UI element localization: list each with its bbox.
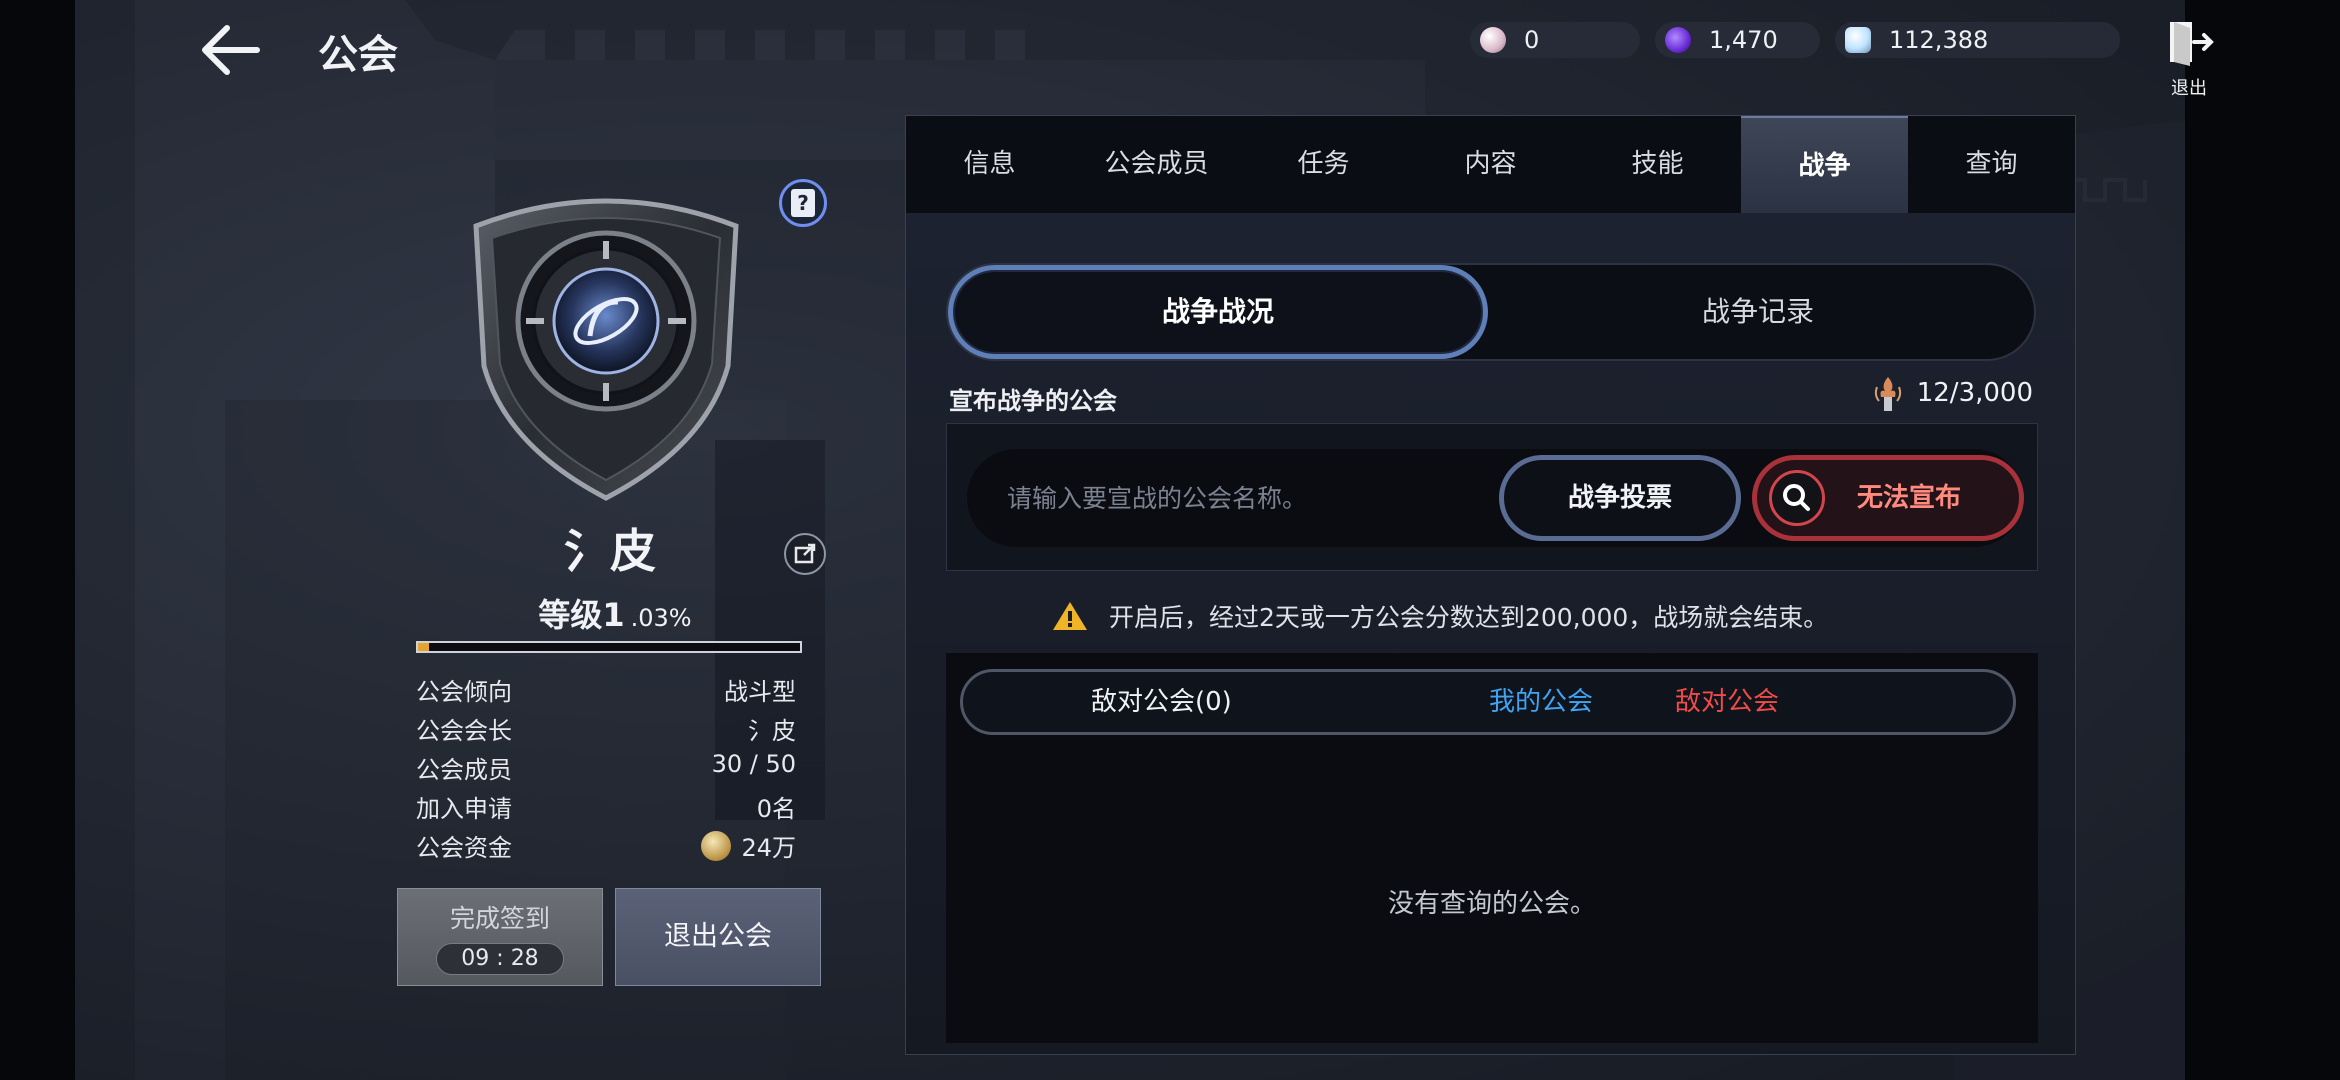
declare-war-label: 无法宣布	[1857, 483, 1962, 513]
war-vote-button[interactable]: 战争投票	[1499, 455, 1741, 541]
funds-value: 24万	[741, 834, 796, 862]
checkin-label: 完成签到	[449, 904, 550, 933]
tab-quests[interactable]: 任务	[1240, 116, 1407, 213]
currency-pearl[interactable]: 0	[1470, 22, 1640, 58]
currency-purple-gem[interactable]: 1,470	[1655, 22, 1820, 58]
enemy-list-header: 敌对公会(0) 我的公会 敌对公会	[960, 669, 2016, 735]
guild-level-label: 等级1	[538, 596, 625, 634]
legend-enemy-guild: 敌对公会	[1675, 687, 1780, 717]
back-button[interactable]	[195, 18, 270, 83]
info-value: 氵皮	[748, 717, 796, 745]
exit-button[interactable]: 退出	[2160, 18, 2218, 99]
declare-war-count: 12/3,000	[1871, 373, 2033, 413]
info-value: 战斗型	[724, 678, 796, 706]
war-notice-text: 开启后，经过2天或一方公会分数达到200,000，战场就会结束。	[1109, 603, 1829, 632]
screen: 公会 0 1,470 112,388 退出 ? 氵皮 等级1 .03% 公会倾向…	[0, 0, 2340, 1080]
exit-label: 退出	[2171, 78, 2207, 99]
info-row-funds: 公会资金 24万	[416, 828, 796, 864]
tab-members[interactable]: 公会成员	[1073, 116, 1240, 213]
declare-war-button[interactable]: 无法宣布	[1752, 455, 2024, 541]
guild-search-bar: 战争投票 无法宣布	[967, 449, 2024, 547]
checkin-timer: 09 : 28	[436, 943, 564, 975]
right-letterbox	[2185, 0, 2340, 1080]
tab-info[interactable]: 信息	[906, 116, 1073, 213]
info-key: 公会会长	[416, 717, 512, 745]
legend-my-guild: 我的公会	[1489, 687, 1594, 717]
info-key: 公会资金	[416, 834, 512, 862]
guild-main-panel: 信息 公会成员 任务 内容 技能 战争 查询 战争战况 战争记录 宣布战争的公会…	[905, 115, 2076, 1055]
info-key: 加入申请	[416, 795, 512, 823]
help-button[interactable]: ?	[779, 179, 827, 227]
info-key: 公会成员	[416, 756, 512, 784]
tab-search[interactable]: 查询	[1908, 116, 2075, 213]
declare-count-value: 12/3,000	[1916, 378, 2033, 408]
guild-level-percent: .03%	[630, 604, 692, 632]
war-notice: 开启后，经过2天或一方公会分数达到200,000，战场就会结束。	[1051, 598, 1828, 634]
tab-skills[interactable]: 技能	[1574, 116, 1741, 213]
info-value: 0名	[756, 795, 796, 823]
crystal-icon	[1845, 27, 1871, 53]
exit-door-icon	[2170, 22, 2214, 66]
info-row-leader: 公会会长 氵皮	[416, 711, 796, 747]
info-key: 公会倾向	[416, 678, 512, 706]
tab-bar: 信息 公会成员 任务 内容 技能 战争 查询	[906, 116, 2075, 213]
subtab-war-status[interactable]: 战争战况	[948, 265, 1488, 359]
currency-purple-gem-value: 1,470	[1709, 26, 1778, 54]
guild-name-input[interactable]	[1007, 473, 1477, 523]
share-button[interactable]	[784, 533, 826, 575]
info-value: 30 / 50	[711, 750, 796, 778]
guild-exp-fill	[418, 643, 430, 651]
leave-guild-button[interactable]: 退出公会	[615, 888, 821, 986]
guild-name: 氵皮	[564, 524, 656, 578]
declare-war-box: 战争投票 无法宣布	[946, 423, 2038, 571]
checkin-button[interactable]: 完成签到 09 : 28	[397, 888, 603, 986]
enemy-list-title: 敌对公会(0)	[1091, 687, 1232, 717]
guild-exp-bar	[416, 641, 802, 653]
enemy-guild-list: 敌对公会(0) 我的公会 敌对公会 没有查询的公会。	[946, 653, 2038, 1043]
purple-gem-icon	[1665, 27, 1691, 53]
share-icon	[794, 543, 816, 564]
war-tab-content: 战争战况 战争记录 宣布战争的公会 12/3,000 战争投票	[906, 213, 2075, 1054]
back-arrow-icon	[202, 25, 260, 75]
subtab-war-record[interactable]: 战争记录	[1488, 265, 2028, 359]
info-value-funds: 24万	[701, 828, 796, 863]
war-subtabs: 战争战况 战争记录	[946, 263, 2036, 361]
info-row-members: 公会成员 30 / 50	[416, 750, 796, 786]
tab-war[interactable]: 战争	[1741, 116, 1908, 213]
info-row-tendency: 公会倾向 战斗型	[416, 672, 796, 708]
gold-coin-icon	[701, 830, 732, 861]
currency-crystal-value: 112,388	[1889, 26, 1989, 54]
declare-war-title: 宣布战争的公会	[949, 387, 1117, 415]
guild-emblem-shield	[473, 198, 739, 501]
help-book-icon: ?	[791, 189, 815, 217]
left-letterbox	[0, 0, 75, 1080]
pearl-icon	[1480, 27, 1506, 53]
tab-content[interactable]: 内容	[1407, 116, 1574, 213]
search-icon	[1769, 470, 1825, 526]
currency-crystal[interactable]: 112,388	[1835, 22, 2120, 58]
guild-level: 等级1.03%	[500, 590, 730, 636]
warning-icon	[1053, 602, 1087, 630]
torch-icon	[1874, 377, 1901, 411]
page-title: 公会	[318, 32, 398, 78]
currency-pearl-value: 0	[1524, 26, 1540, 54]
empty-list-message: 没有查询的公会。	[1387, 889, 1596, 919]
info-row-applications: 加入申请 0名	[416, 789, 796, 825]
